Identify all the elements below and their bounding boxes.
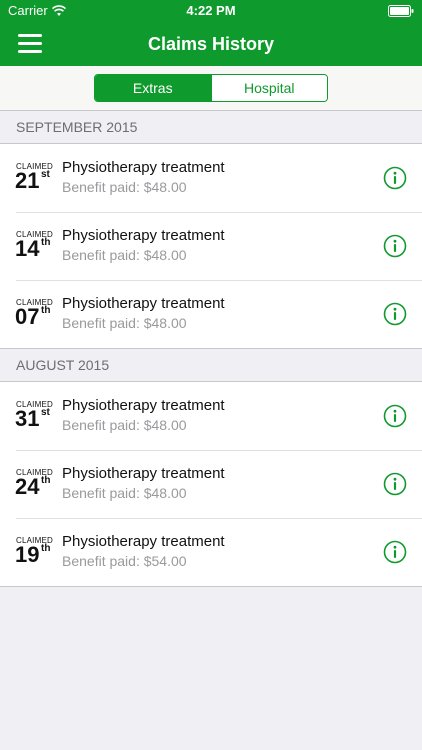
claim-day: 19 [15,542,40,567]
benefit-paid: Benefit paid: $48.00 [62,485,187,501]
claim-title: Physiotherapy treatment [62,465,225,482]
claim-day-suffix: th [41,475,51,486]
claim-row[interactable]: CLAIMED 14 th Physiotherapy treatment Be… [0,212,422,280]
info-circle-icon[interactable] [383,166,407,190]
claim-day: 31 [15,406,40,431]
benefit-paid: Benefit paid: $48.00 [62,315,187,331]
info-circle-icon[interactable] [383,540,407,564]
claim-row[interactable]: CLAIMED 21 st Physiotherapy treatment Be… [0,144,422,212]
claim-title: Physiotherapy treatment [62,227,225,244]
claim-day-suffix: st [41,169,50,180]
claim-row[interactable]: CLAIMED 07 th Physiotherapy treatment Be… [0,280,422,348]
claim-row[interactable]: CLAIMED 31 st Physiotherapy treatment Be… [0,382,422,450]
battery-icon [388,5,414,17]
claim-title: Physiotherapy treatment [62,397,225,414]
claim-day: 14 [15,236,40,261]
info-circle-icon[interactable] [383,404,407,428]
section-header-september: SEPTEMBER 2015 [16,119,138,135]
info-circle-icon[interactable] [383,234,407,258]
claim-day-suffix: st [41,407,50,418]
claim-day-suffix: th [41,237,51,248]
claim-day-suffix: th [41,305,51,316]
segmented-control: Extras Hospital [94,74,328,102]
benefit-paid: Benefit paid: $48.00 [62,247,187,263]
status-bar: Carrier 4:22 PM [0,0,422,22]
claim-day-suffix: th [41,543,51,554]
nav-bar: Claims History [0,22,422,66]
benefit-paid: Benefit paid: $48.00 [62,179,187,195]
status-time: 4:22 PM [186,3,236,18]
claim-row[interactable]: CLAIMED 19 th Physiotherapy treatment Be… [0,518,422,586]
section-header-august: AUGUST 2015 [16,357,110,373]
tab-extras[interactable]: Extras [95,75,211,101]
benefit-paid: Benefit paid: $48.00 [62,417,187,433]
info-circle-icon[interactable] [383,302,407,326]
top-bar: Carrier 4:22 PM Claims History [0,0,422,66]
info-circle-icon[interactable] [383,472,407,496]
claim-day: 07 [15,304,40,329]
claim-day: 21 [15,168,40,193]
benefit-paid: Benefit paid: $54.00 [62,553,187,569]
claim-title: Physiotherapy treatment [62,533,225,550]
claims-list-september: CLAIMED 21 st Physiotherapy treatment Be… [0,143,422,349]
claim-row[interactable]: CLAIMED 24 th Physiotherapy treatment Be… [0,450,422,518]
claim-title: Physiotherapy treatment [62,159,225,176]
claim-day: 24 [15,474,40,499]
page-title: Claims History [147,34,275,54]
tab-hospital[interactable]: Hospital [210,75,327,101]
claim-title: Physiotherapy treatment [62,295,225,312]
claims-list-august: CLAIMED 31 st Physiotherapy treatment Be… [0,381,422,587]
segment-bar: Extras Hospital [0,66,422,111]
